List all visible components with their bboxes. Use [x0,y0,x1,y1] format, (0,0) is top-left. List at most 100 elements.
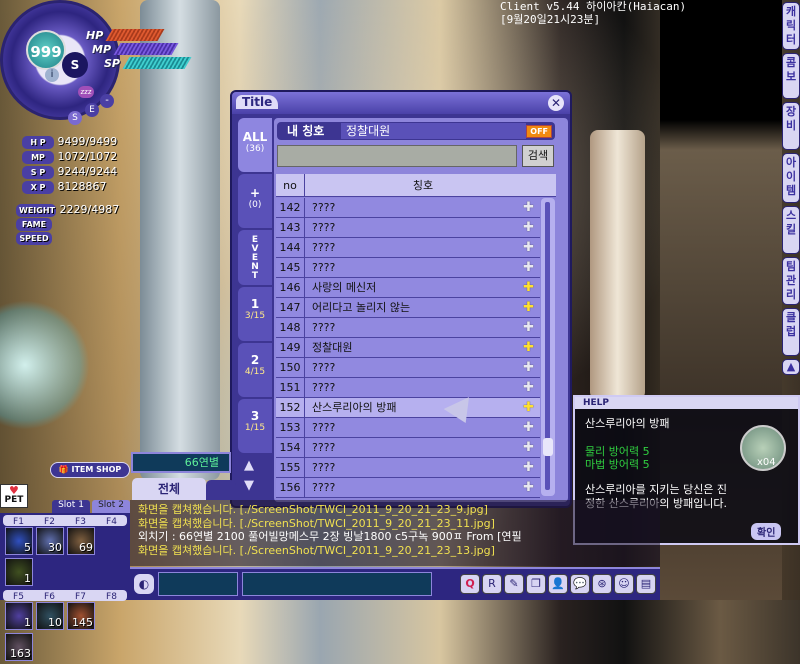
sleep-button[interactable]: zzz [78,86,94,98]
title-row[interactable]: 144???? ✚ [276,238,540,258]
item-shop-label: ITEM SHOP [71,465,122,474]
hotkey-slot[interactable]: 5 [5,527,33,555]
side-menu-club[interactable]: 클럽 [782,308,800,356]
plus-icon[interactable]: ✚ [523,400,534,415]
plus-icon[interactable]: ✚ [523,380,534,395]
hotkey-slot[interactable]: 145 [67,602,95,630]
s-button[interactable]: S [68,111,82,125]
title-row[interactable]: 155???? ✚ [276,458,540,478]
e-button[interactable]: E [85,103,99,117]
tab-count: (0) [248,200,262,210]
title-row[interactable]: 152 산스루리아의 방패 ✚ [276,398,540,418]
title-row[interactable]: 146 사랑의 메신저 ✚ [276,278,540,298]
title-row[interactable]: 143???? ✚ [276,218,540,238]
minimize-button[interactable]: - [100,94,114,108]
tab-event[interactable]: EVENT [238,230,272,285]
plus-icon[interactable]: ✚ [523,280,534,295]
hotkey-slot[interactable]: 30 [36,527,64,555]
slot-tab-1[interactable]: Slot 1 [52,500,90,513]
tab-1[interactable]: 1 3/15 [238,287,272,341]
sp-label: SP [104,56,120,70]
title-row[interactable]: 151???? ✚ [276,378,540,398]
chat-mode-button[interactable]: ◐ [134,574,154,594]
plus-icon[interactable]: ✚ [523,340,534,355]
tab-plus[interactable]: + (0) [238,174,272,228]
plus-icon[interactable]: ✚ [523,320,534,335]
plus-icon[interactable]: ✚ [523,440,534,455]
side-menu-skill[interactable]: 스킬 [782,206,800,254]
chat-tab-all[interactable]: 전체 [132,478,206,500]
message-icon[interactable]: 💬 [570,574,590,594]
tab-3[interactable]: 3 1/15 [238,399,272,453]
r-button[interactable]: R [482,574,502,594]
plus-icon[interactable]: ✚ [523,480,534,495]
edit-icon[interactable]: ✎ [504,574,524,594]
hotkey-count: 10 [48,616,62,629]
tab-label: ALL [242,130,268,144]
title-row[interactable]: 147 어리다고 놀리지 않는 ✚ [276,298,540,318]
row-no: 153 [276,418,305,437]
title-row[interactable]: 142???? ✚ [276,198,540,218]
row-title: ???? [312,221,336,234]
window-header[interactable]: Title ✕ [232,92,570,114]
title-search-input[interactable] [277,145,517,167]
user-icon[interactable]: 👤 [548,574,568,594]
title-row[interactable]: 154???? ✚ [276,438,540,458]
tab-scroll-up-button[interactable]: ▲ [244,458,254,473]
title-display-toggle[interactable]: OFF [526,125,552,138]
title-row[interactable]: 145???? ✚ [276,258,540,278]
chat-input[interactable] [242,572,432,596]
confirm-button[interactable]: 확인 [751,523,782,540]
close-button[interactable]: ✕ [548,95,564,111]
plus-icon[interactable]: ✚ [523,300,534,315]
plus-icon[interactable]: ✚ [523,220,534,235]
row-title: 산스루리아의 방패 [312,401,397,414]
title-row[interactable]: 153???? ✚ [276,418,540,438]
plus-icon[interactable]: ✚ [523,360,534,375]
mp-value: 1072/1072 [57,150,118,163]
emote-icon[interactable]: ☺ [614,574,634,594]
options-icon[interactable]: ⊛ [592,574,612,594]
row-title: 사랑의 메신저 [312,281,377,294]
windows-icon[interactable]: ❐ [526,574,546,594]
hotkey-slot[interactable]: 10 [36,602,64,630]
info-button[interactable]: i [45,68,59,82]
side-menu-item[interactable]: 아이템 [782,153,800,203]
title-row[interactable]: 156???? ✚ [276,478,540,498]
hotkey-count: 163 [10,647,31,660]
side-menu-character[interactable]: 캐릭터 [782,2,800,50]
title-row[interactable]: 150???? ✚ [276,358,540,378]
item-shop-button[interactable]: 🎁 ITEM SHOP [50,462,130,478]
side-menu-team[interactable]: 팀관리 [782,257,800,305]
title-row[interactable]: 148???? ✚ [276,318,540,338]
tab-all[interactable]: ALL (36) [238,118,272,172]
row-title: ???? [312,261,336,274]
hotkey-slot[interactable]: 1 [5,558,33,586]
hotkey-slot[interactable]: 69 [67,527,95,555]
side-menu-equipment[interactable]: 장비 [782,102,800,150]
plus-icon[interactable]: ✚ [523,420,534,435]
menu-icon[interactable]: ▤ [636,574,656,594]
sp-bar [122,57,192,69]
plus-icon[interactable]: ✚ [523,460,534,475]
hotkey-slot[interactable]: 1 [5,602,33,630]
plus-icon[interactable]: ✚ [523,260,534,275]
plus-icon[interactable]: ✚ [523,200,534,215]
side-menu-collapse-button[interactable]: ▲ [782,359,800,375]
side-menu-combo[interactable]: 콤보 [782,53,800,99]
chat-target-input[interactable] [158,572,238,596]
search-button[interactable]: 검색 [522,145,554,167]
scrollbar-thumb[interactable] [543,438,553,456]
tab-scroll-down-button[interactable]: ▼ [244,478,254,493]
tab-2[interactable]: 2 4/15 [238,343,272,397]
hotkey-slot[interactable]: 163 [5,633,33,661]
quest-button[interactable]: Q [460,574,480,594]
title-row[interactable]: 149 정찰대원 ✚ [276,338,540,358]
row-no: 156 [276,478,305,497]
bottom-bar: ◐ Q R ✎ ❐ 👤 💬 ⊛ ☺ ▤ [130,567,660,600]
slot-tab-2[interactable]: Slot 2 [92,500,130,513]
plus-icon[interactable]: ✚ [523,240,534,255]
chat-tab[interactable] [206,480,236,500]
list-scrollbar[interactable] [541,198,555,496]
tab-label: EVENT [251,235,259,281]
